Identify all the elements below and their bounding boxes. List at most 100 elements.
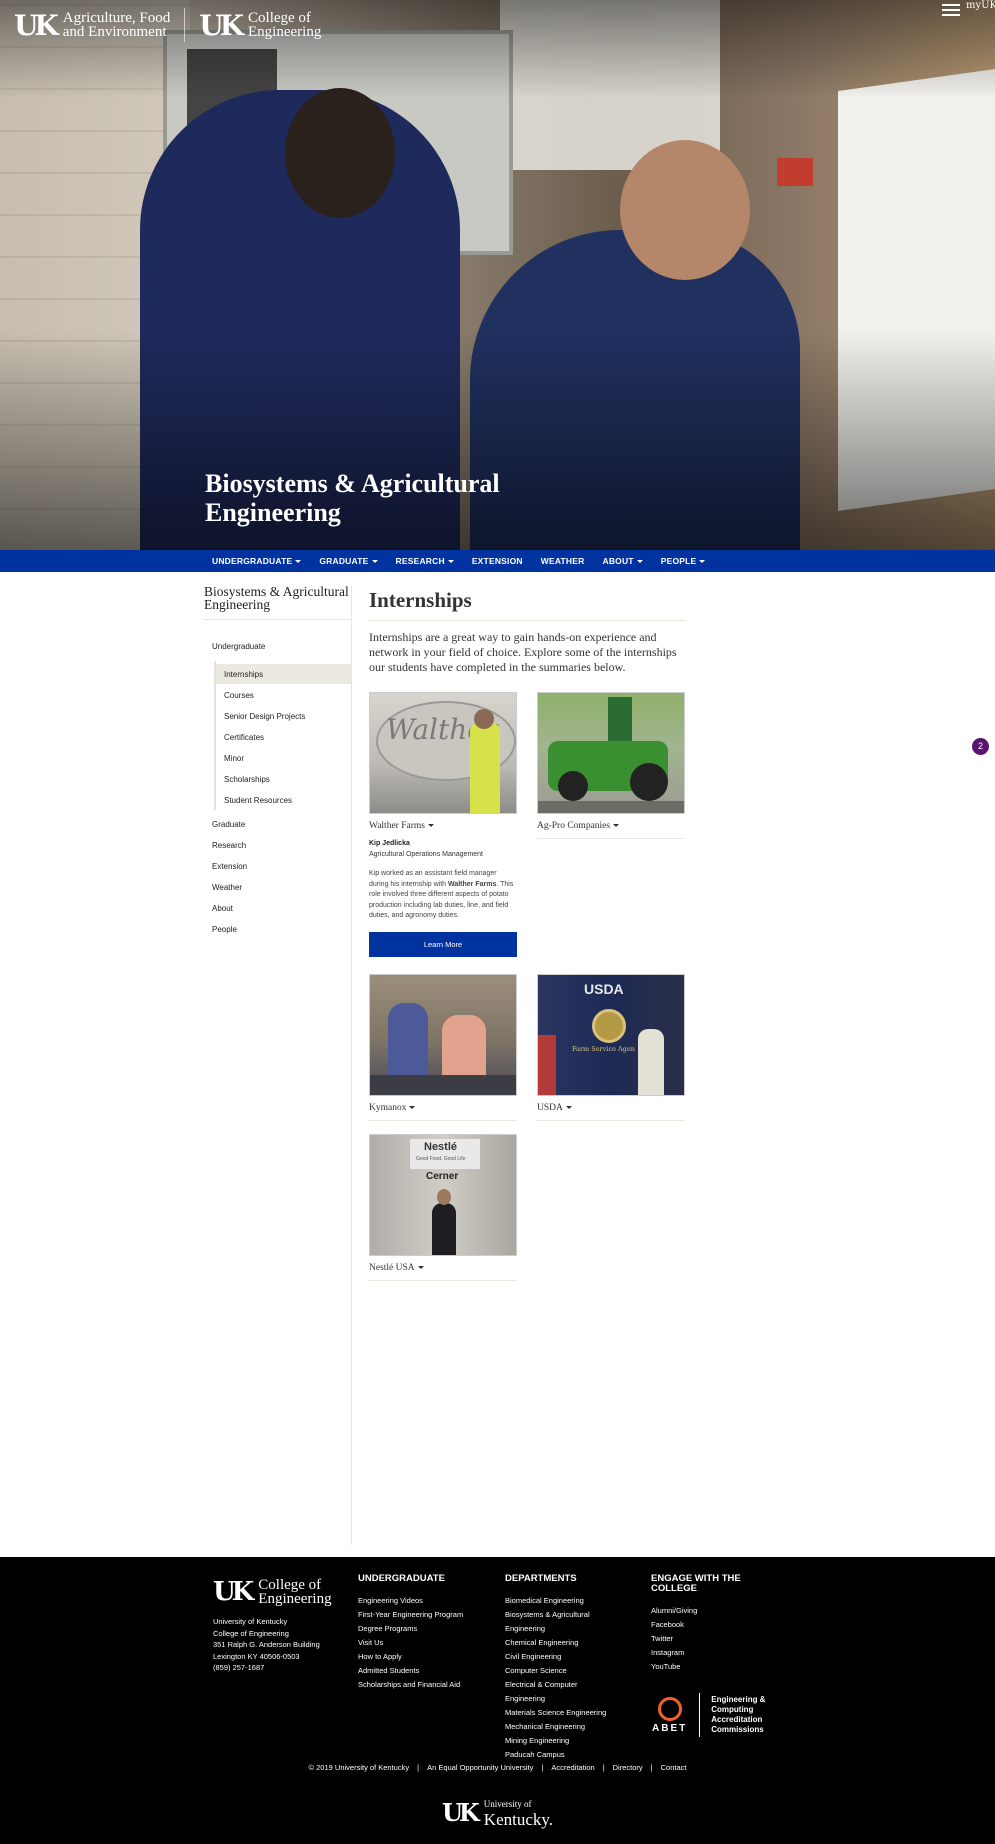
footer-link[interactable]: Biosystems & Agricultural Engineering xyxy=(505,1608,615,1636)
footer-link[interactable]: Mechanical Engineering xyxy=(505,1720,615,1734)
sidebar-subitem-courses[interactable]: Courses xyxy=(224,691,254,700)
footer-link[interactable]: Twitter xyxy=(651,1632,761,1646)
nav-item-weather[interactable]: WEATHER xyxy=(541,556,585,566)
sidebar-item-about[interactable]: About xyxy=(212,904,233,913)
footer-bottom-link[interactable]: Contact xyxy=(661,1763,687,1772)
sidebar-title[interactable]: Biosystems & Agricultural Engineering xyxy=(204,585,352,620)
flag xyxy=(538,1035,556,1095)
footer-link[interactable]: Degree Programs xyxy=(358,1622,463,1636)
footer-link[interactable]: Civil Engineering xyxy=(505,1650,615,1664)
nav-item-extension[interactable]: EXTENSION xyxy=(472,556,523,566)
nav-item-label: GRADUATE xyxy=(319,556,369,566)
sidebar-divider xyxy=(351,585,352,1545)
footer-link[interactable]: Paducah Campus xyxy=(505,1748,615,1762)
nav-item-label: EXTENSION xyxy=(471,556,523,566)
card-nestle: Nestlé Good Food, Good Life Cerner Nestl… xyxy=(369,1134,517,1281)
footer-bottom-link[interactable]: Accreditation xyxy=(551,1763,594,1772)
card-label[interactable]: Nestlé USA xyxy=(369,1263,517,1273)
caret-down-icon xyxy=(417,1266,424,1270)
caret-down-icon xyxy=(699,560,706,564)
card-divider xyxy=(369,1280,517,1281)
nestle-student xyxy=(432,1203,456,1255)
footer-link[interactable]: Visit Us xyxy=(358,1636,463,1650)
footer-link[interactable]: Biomedical Engineering xyxy=(505,1594,615,1608)
usda-student xyxy=(638,1029,664,1095)
nav-item-people[interactable]: PEOPLE xyxy=(661,556,706,566)
sidebar-subitem-minor[interactable]: Minor xyxy=(224,754,244,763)
footer-logo[interactable]: UK College of Engineering xyxy=(213,1577,332,1607)
nav-item-research[interactable]: RESEARCH xyxy=(396,556,454,566)
card-usda: USDA Farm Service Agen USDA xyxy=(537,974,685,1121)
sidebar-item-extension[interactable]: Extension xyxy=(212,862,247,871)
walther-farms-photo[interactable]: Walther xyxy=(369,692,517,814)
footer-link[interactable]: Instagram xyxy=(651,1646,761,1660)
uk-logo-icon: UK xyxy=(213,1577,254,1607)
footer-bottom-link[interactable]: An Equal Opportunity University xyxy=(427,1763,533,1772)
card-label-text: Walther Farms xyxy=(369,821,425,831)
footer-engage-column: ENGAGE WITH THE COLLEGE Alumni/Giving Fac… xyxy=(651,1574,761,1674)
abet-logo[interactable]: ABET Engineering & Computing Accreditation… xyxy=(652,1693,765,1737)
card-label[interactable]: Kymanox xyxy=(369,1103,517,1113)
footer-link[interactable]: Facebook xyxy=(651,1618,761,1632)
card-label[interactable]: Walther Farms xyxy=(369,821,517,831)
notification-badge[interactable]: 2 xyxy=(972,738,989,755)
footer-link[interactable]: Scholarships and Financial Aid xyxy=(358,1678,463,1692)
myuk-link[interactable]: myUK xyxy=(966,0,995,11)
kymanox-photo[interactable] xyxy=(369,974,517,1096)
nav-item-label: UNDERGRADUATE xyxy=(212,556,293,566)
cafe-logo[interactable]: UK Agriculture, Food and Environment xyxy=(14,9,170,42)
footer-link[interactable]: How to Apply xyxy=(358,1650,463,1664)
footer-undergrad-title: UNDERGRADUATE xyxy=(358,1573,445,1584)
coe-logo[interactable]: UK College of Engineering xyxy=(199,9,321,42)
tractor-wheel xyxy=(558,771,588,801)
footer-logo-line2: Engineering xyxy=(258,1591,332,1607)
footer-link[interactable]: Computer Science xyxy=(505,1664,615,1678)
nav-item-label: ABOUT xyxy=(602,556,634,566)
card-label[interactable]: USDA xyxy=(537,1103,685,1113)
sidebar-item-undergraduate[interactable]: Undergraduate xyxy=(212,642,265,651)
intern-name: Kip Jedlicka xyxy=(369,840,410,847)
sidebar-subitem-senior-design-projects[interactable]: Senior Design Projects xyxy=(224,712,305,721)
learn-more-button[interactable]: Learn More xyxy=(369,932,517,957)
page-title: Internships xyxy=(369,588,472,612)
ag-pro-photo[interactable] xyxy=(537,692,685,814)
sidebar-item-weather[interactable]: Weather xyxy=(212,883,242,892)
footer-link[interactable]: Mining Engineering xyxy=(505,1734,615,1748)
footer-address-line: (859) 257-1687 xyxy=(213,1663,265,1672)
card-label[interactable]: Ag-Pro Companies xyxy=(537,821,685,831)
sidebar-item-people[interactable]: People xyxy=(212,925,237,934)
footer-link[interactable]: Alumni/Giving xyxy=(651,1604,761,1618)
link-separator: | xyxy=(541,1763,544,1772)
sidebar-item-research[interactable]: Research xyxy=(212,841,246,850)
footer-link[interactable]: YouTube xyxy=(651,1660,761,1674)
footer-link[interactable]: Engineering Videos xyxy=(358,1594,463,1608)
footer-link[interactable]: Chemical Engineering xyxy=(505,1636,615,1650)
footer-link[interactable]: Materials Science Engineering xyxy=(505,1706,615,1720)
footer-link[interactable]: Electrical & Computer Engineering xyxy=(505,1678,615,1706)
sidebar-subitem-student-resources[interactable]: Student Resources xyxy=(224,796,292,805)
hamburger-menu-icon[interactable] xyxy=(942,4,960,18)
nestle-photo[interactable]: Nestlé Good Food, Good Life Cerner xyxy=(369,1134,517,1256)
abet-text-line: Computing xyxy=(711,1705,754,1714)
uk-logo-icon: UK xyxy=(199,8,244,42)
uk-wordmark-small: University of xyxy=(483,1799,532,1809)
nav-item-about[interactable]: ABOUT xyxy=(602,556,643,566)
footer-bottom-link[interactable]: Directory xyxy=(613,1763,643,1772)
footer-link[interactable]: Admitted Students xyxy=(358,1664,463,1678)
nav-item-undergraduate[interactable]: UNDERGRADUATE xyxy=(212,556,302,566)
caret-down-icon xyxy=(409,1106,416,1110)
usda-photo[interactable]: USDA Farm Service Agen xyxy=(537,974,685,1096)
walther-student-head xyxy=(474,709,494,729)
abet-text: Engineering & Computing Accreditation Commi… xyxy=(711,1695,765,1735)
nav-item-graduate[interactable]: GRADUATE xyxy=(319,556,378,566)
logo-divider xyxy=(184,8,186,42)
footer-logo-text: College of Engineering xyxy=(258,1578,332,1607)
footer-link[interactable]: First-Year Engineering Program xyxy=(358,1608,463,1622)
sidebar-item-graduate[interactable]: Graduate xyxy=(212,820,245,829)
footer-departments-column: DEPARTMENTS Biomedical Engineering Biosys… xyxy=(505,1574,615,1762)
uk-wordmark[interactable]: UK University of Kentucky. xyxy=(442,1794,553,1830)
sidebar-subitem-internships[interactable]: Internships xyxy=(224,670,263,679)
footer-departments-title: DEPARTMENTS xyxy=(505,1573,577,1584)
sidebar-subitem-certificates[interactable]: Certificates xyxy=(224,733,264,742)
sidebar-subitem-scholarships[interactable]: Scholarships xyxy=(224,775,270,784)
